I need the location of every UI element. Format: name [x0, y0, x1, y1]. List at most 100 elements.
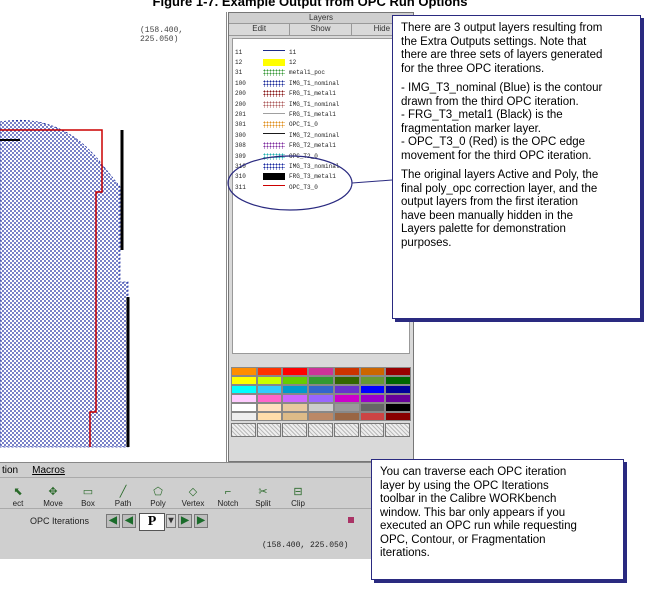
color-swatch[interactable] — [308, 394, 334, 403]
tool-box-button[interactable]: ▭ Box — [72, 486, 104, 508]
layer-swatch[interactable] — [263, 59, 285, 67]
color-swatch[interactable] — [231, 376, 257, 385]
color-swatch[interactable] — [359, 394, 386, 403]
opc-iterations-label: OPC Iterations — [30, 516, 90, 526]
layer-row[interactable]: 11 11 — [233, 47, 409, 57]
color-swatch[interactable] — [385, 376, 412, 385]
last-iteration-button[interactable]: ▶ — [194, 514, 208, 528]
layer-swatch[interactable] — [263, 185, 285, 192]
color-swatch[interactable] — [385, 385, 412, 394]
color-swatch[interactable] — [359, 403, 386, 412]
tool-clip-button[interactable]: ⊟ Clip — [282, 486, 314, 508]
column-edit[interactable]: Edit — [229, 24, 291, 35]
layer-row[interactable]: 300 IMG_T2_nominal — [233, 130, 409, 140]
color-swatch[interactable] — [359, 412, 386, 421]
layer-swatch[interactable] — [263, 79, 285, 87]
color-swatch[interactable] — [282, 403, 309, 412]
color-swatch[interactable] — [385, 403, 412, 412]
layer-row[interactable]: 12 12 — [233, 57, 409, 67]
color-swatch[interactable] — [308, 412, 334, 421]
fill-pattern-swatch[interactable] — [231, 423, 256, 437]
color-swatch[interactable] — [231, 385, 257, 394]
tool-ect-button[interactable]: ⬉ ect — [2, 486, 34, 508]
layout-canvas[interactable]: (158.400, 225.050) — [0, 12, 227, 462]
layer-row[interactable]: 310 IMG_T3_nominal — [233, 161, 409, 171]
iteration-dropdown-button[interactable]: ▾ — [166, 514, 176, 528]
callout1-text: fragmentation marker layer. — [401, 122, 541, 135]
color-swatch[interactable] — [231, 403, 257, 412]
layer-swatch[interactable] — [263, 112, 285, 120]
layer-row[interactable]: 100 IMG_T1_nominal — [233, 78, 409, 88]
fill-pattern-swatch[interactable] — [385, 423, 411, 437]
tool-vertex-button[interactable]: ◇ Vertex — [177, 486, 209, 508]
fill-pattern-swatch[interactable] — [333, 423, 359, 437]
color-swatch[interactable] — [231, 367, 257, 376]
color-swatch[interactable] — [282, 412, 309, 421]
color-swatch[interactable] — [256, 385, 283, 394]
previous-iteration-button[interactable]: ◀ — [122, 514, 136, 528]
layer-row[interactable]: 311 OPC_T3_0 — [233, 182, 409, 192]
color-swatch[interactable] — [333, 412, 360, 421]
layer-swatch[interactable] — [263, 162, 285, 170]
color-swatch[interactable] — [231, 394, 257, 403]
layer-swatch[interactable] — [263, 173, 285, 181]
color-swatch[interactable] — [333, 403, 360, 412]
menu-option[interactable]: tion — [2, 465, 18, 476]
tool-move-button[interactable]: ✥ Move — [37, 486, 69, 508]
iteration-field[interactable]: P — [139, 513, 165, 531]
color-swatch[interactable] — [231, 412, 257, 421]
layer-swatch[interactable] — [263, 152, 285, 160]
fill-pattern-swatch[interactable] — [308, 423, 333, 437]
layers-list[interactable]: 11 11 12 12 31 metal1_poc 100 IMG_T1_nominal 200… — [232, 38, 410, 354]
color-swatch[interactable] — [333, 367, 360, 376]
color-swatch[interactable] — [333, 376, 360, 385]
first-iteration-button[interactable]: ◀ — [106, 514, 120, 528]
column-show[interactable]: Show — [290, 24, 352, 35]
color-swatch[interactable] — [359, 376, 386, 385]
layer-row[interactable]: 201 FRG_T1_metal1 — [233, 109, 409, 119]
layer-swatch[interactable] — [263, 142, 285, 150]
tool-poly-button[interactable]: ⬠ Poly — [142, 486, 174, 508]
fill-pattern-swatch[interactable] — [282, 423, 308, 437]
layer-row[interactable]: 200 FRG_T1_metal1 — [233, 89, 409, 99]
layer-row[interactable]: 301 OPC_T1_0 — [233, 120, 409, 130]
color-swatch[interactable] — [359, 367, 386, 376]
color-swatch[interactable] — [333, 394, 360, 403]
color-swatch[interactable] — [359, 385, 386, 394]
layer-row[interactable]: 308 FRG_T2_metal1 — [233, 141, 409, 151]
color-swatch[interactable] — [308, 403, 334, 412]
color-swatch[interactable] — [385, 394, 412, 403]
color-swatch[interactable] — [256, 376, 283, 385]
tool-notch-button[interactable]: ⌐ Notch — [212, 486, 244, 508]
color-swatch[interactable] — [256, 412, 283, 421]
layer-row[interactable]: 200 IMG_T1_nominal — [233, 99, 409, 109]
fill-pattern-swatch[interactable] — [256, 423, 282, 437]
color-swatch[interactable] — [282, 367, 309, 376]
layer-swatch[interactable] — [263, 100, 285, 108]
fill-pattern-swatch[interactable] — [359, 423, 385, 437]
layer-swatch[interactable] — [263, 50, 285, 57]
color-swatch[interactable] — [333, 385, 360, 394]
color-swatch[interactable] — [308, 385, 334, 394]
tool-split-button[interactable]: ✂ Split — [247, 486, 279, 508]
layer-row[interactable]: 309 OPC_T2_0 — [233, 151, 409, 161]
color-swatch[interactable] — [256, 394, 283, 403]
next-iteration-button[interactable]: ▶ — [178, 514, 192, 528]
color-swatch[interactable] — [282, 385, 309, 394]
color-swatch[interactable] — [282, 394, 309, 403]
tool-path-button[interactable]: ╱ Path — [107, 486, 139, 508]
color-swatch[interactable] — [308, 367, 334, 376]
layer-swatch[interactable] — [263, 133, 285, 140]
color-swatch[interactable] — [385, 412, 412, 421]
layer-row[interactable]: 31 metal1_poc — [233, 68, 409, 78]
color-swatch[interactable] — [308, 376, 334, 385]
layer-swatch[interactable] — [263, 69, 285, 77]
layer-row[interactable]: 310 FRG_T3_metal1 — [233, 172, 409, 182]
layer-swatch[interactable] — [263, 90, 285, 98]
layer-swatch[interactable] — [263, 121, 285, 129]
color-swatch[interactable] — [282, 376, 309, 385]
color-swatch[interactable] — [256, 403, 283, 412]
color-swatch[interactable] — [256, 367, 283, 376]
menu-macros[interactable]: Macros — [32, 465, 65, 476]
color-swatch[interactable] — [385, 367, 412, 376]
